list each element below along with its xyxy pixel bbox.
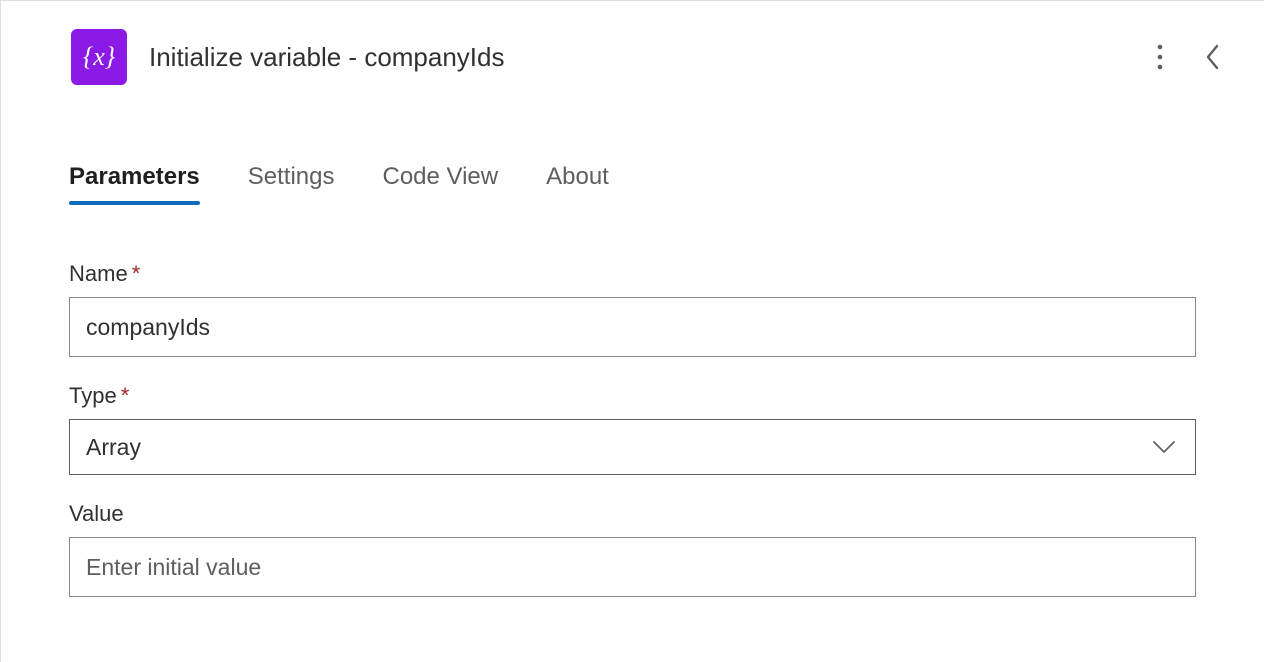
- panel-header: {x} Initialize variable - companyIds: [1, 1, 1264, 85]
- more-vertical-icon: [1156, 43, 1164, 71]
- type-select-wrap: Array: [69, 419, 1196, 475]
- type-label: Type*: [69, 383, 1196, 409]
- parameters-form: Name* Type* Array Value: [1, 203, 1264, 597]
- required-indicator: *: [121, 383, 130, 408]
- field-type: Type* Array: [69, 383, 1196, 475]
- name-label-text: Name: [69, 261, 128, 286]
- action-config-panel: {x} Initialize variable - companyIds Par…: [0, 0, 1264, 662]
- collapse-button[interactable]: [1198, 36, 1228, 78]
- type-select[interactable]: Array: [69, 419, 1196, 475]
- panel-title: Initialize variable - companyIds: [149, 42, 1128, 73]
- name-input[interactable]: [69, 297, 1196, 357]
- tab-list: Parameters Settings Code View About: [1, 163, 1264, 203]
- more-menu-button[interactable]: [1150, 37, 1170, 77]
- tab-settings[interactable]: Settings: [248, 163, 335, 203]
- type-label-text: Type: [69, 383, 117, 408]
- tab-code-view[interactable]: Code View: [382, 163, 498, 203]
- variable-icon-glyph: {x}: [83, 42, 115, 72]
- value-label: Value: [69, 501, 1196, 527]
- tab-parameters[interactable]: Parameters: [69, 163, 200, 203]
- name-label: Name*: [69, 261, 1196, 287]
- tab-about[interactable]: About: [546, 163, 609, 203]
- variable-icon: {x}: [71, 29, 127, 85]
- field-value: Value: [69, 501, 1196, 597]
- required-indicator: *: [132, 261, 141, 286]
- value-input[interactable]: [69, 537, 1196, 597]
- header-actions: [1150, 36, 1234, 78]
- chevron-left-icon: [1204, 42, 1222, 72]
- field-name: Name*: [69, 261, 1196, 357]
